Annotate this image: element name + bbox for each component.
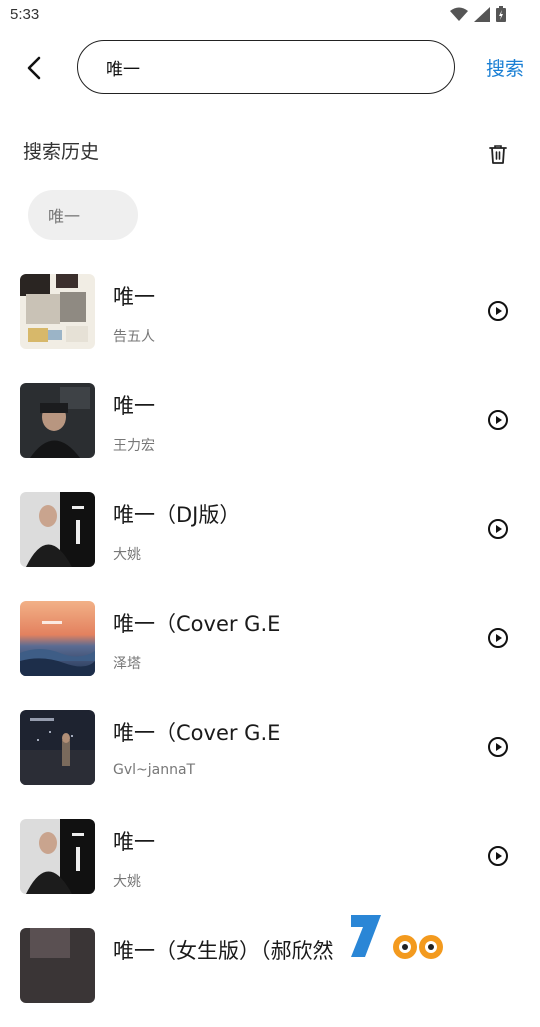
history-chip[interactable]: 唯一 <box>28 190 138 240</box>
song-title: 唯一（女生版）（郝欣然 <box>113 939 334 963</box>
watermark-logo <box>345 905 540 960</box>
play-circle-icon <box>488 628 508 648</box>
song-title: 唯一（Cover G.E <box>113 612 281 636</box>
play-button[interactable] <box>487 845 509 867</box>
song-artist: Gvl~jannaT <box>113 762 196 778</box>
song-title: 唯一 <box>113 830 155 854</box>
song-title: 唯一（DJ版） <box>113 503 241 527</box>
play-button[interactable] <box>487 627 509 649</box>
play-button[interactable] <box>487 736 509 758</box>
album-cover <box>20 383 95 458</box>
status-icons <box>450 6 506 22</box>
album-cover <box>20 492 95 567</box>
song-artist: 大姚 <box>113 874 141 890</box>
play-button[interactable] <box>487 409 509 431</box>
play-circle-icon <box>488 846 508 866</box>
song-row[interactable]: 唯一（Cover G.E Gvl~jannaT <box>0 700 540 809</box>
album-cover <box>20 928 95 1003</box>
song-title: 唯一 <box>113 394 155 418</box>
play-circle-icon <box>488 410 508 430</box>
play-button[interactable] <box>487 518 509 540</box>
wifi-icon <box>450 7 468 21</box>
song-title: 唯一 <box>113 285 155 309</box>
search-input[interactable] <box>106 57 426 77</box>
song-row[interactable]: 唯一 告五人 <box>0 264 540 373</box>
status-time: 5:33 <box>10 6 40 23</box>
back-button[interactable] <box>18 50 50 86</box>
album-cover <box>20 274 95 349</box>
play-circle-icon <box>488 519 508 539</box>
play-circle-icon <box>488 737 508 757</box>
song-artist: 泽塔 <box>113 656 141 672</box>
search-button[interactable]: 搜索 <box>486 54 524 81</box>
history-title: 搜索历史 <box>23 141 100 163</box>
song-row[interactable]: 唯一 王力宏 <box>0 373 540 482</box>
song-row[interactable]: 唯一 大姚 <box>0 809 540 918</box>
album-cover <box>20 710 95 785</box>
song-artist: 大姚 <box>113 547 141 563</box>
album-cover <box>20 819 95 894</box>
status-bar: 5:33 <box>0 0 540 32</box>
search-box[interactable] <box>77 40 455 94</box>
play-circle-icon <box>488 301 508 321</box>
clear-history-button[interactable] <box>488 143 510 167</box>
trash-icon <box>489 145 507 164</box>
song-row[interactable]: 唯一（DJ版） 大姚 <box>0 482 540 591</box>
play-button[interactable] <box>487 300 509 322</box>
arrow-left-icon <box>27 56 41 80</box>
song-row[interactable]: 唯一（Cover G.E 泽塔 <box>0 591 540 700</box>
album-cover <box>20 601 95 676</box>
signal-icon <box>474 6 490 22</box>
song-title: 唯一（Cover G.E <box>113 721 281 745</box>
song-artist: 王力宏 <box>113 438 155 454</box>
search-row: 搜索 <box>0 38 540 98</box>
song-artist: 告五人 <box>113 329 155 345</box>
battery-icon <box>496 6 506 22</box>
